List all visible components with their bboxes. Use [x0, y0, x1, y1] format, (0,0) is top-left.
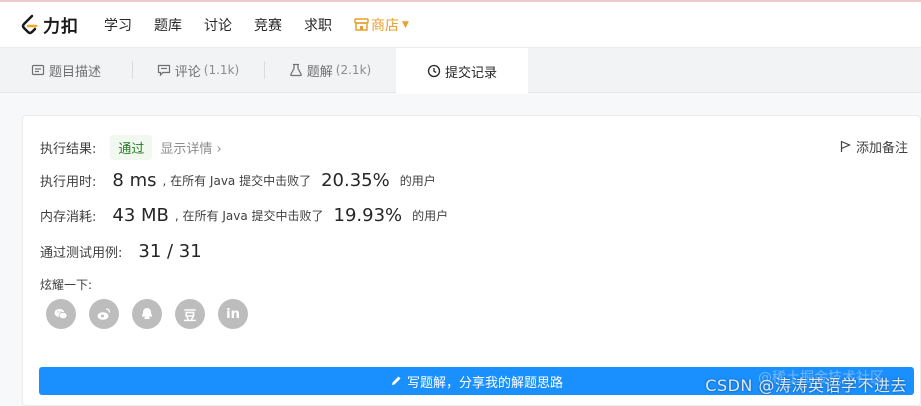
pencil-icon — [391, 376, 401, 385]
memory-label: 内存消耗: — [40, 210, 97, 225]
qq-icon — [142, 308, 152, 319]
show-details-link[interactable]: 显示详情 › — [160, 138, 221, 157]
tab-bar: 题目描述 评论 (1.1k) 题解 (2.1k) 提交记录 — [0, 48, 921, 94]
tab-count: (1.1k) — [203, 63, 240, 77]
watermark-csdn: CSDN @涛涛英语学不进去 — [705, 376, 907, 395]
document-icon — [31, 63, 45, 77]
tab-solutions[interactable]: 题解 (2.1k) — [264, 48, 396, 92]
nav-item-contest[interactable]: 竞赛 — [254, 15, 282, 35]
runtime-value: 8 ms — [112, 170, 157, 191]
tab-submissions[interactable]: 提交记录 — [396, 48, 528, 94]
nav-item-discuss[interactable]: 讨论 — [204, 15, 232, 35]
share-wechat-button[interactable] — [46, 299, 76, 329]
share-douban-button[interactable]: 豆 — [175, 299, 205, 329]
weibo-icon — [97, 308, 111, 320]
nav-item-learn[interactable]: 学习 — [104, 15, 132, 35]
linkedin-icon: in — [226, 306, 240, 322]
share-weibo-button[interactable] — [89, 299, 119, 329]
tests-row: 通过测试用例: 31 / 31 — [40, 241, 202, 262]
tab-label: 题解 — [306, 64, 333, 80]
runtime-text: , 在所有 Java 提交中击败了 — [162, 174, 312, 188]
flask-icon — [289, 63, 303, 77]
status-badge: 通过 — [110, 135, 153, 160]
result-label: 执行结果: — [40, 142, 97, 157]
top-nav: 力扣 学习 题库 讨论 竞赛 求职 商店 ▼ — [0, 0, 921, 48]
share-qq-button[interactable] — [132, 299, 162, 329]
store-icon — [354, 18, 369, 31]
brand-name: 力扣 — [43, 17, 79, 37]
memory-row: 内存消耗: 43 MB , 在所有 Java 提交中击败了 19.93% 的用户 — [40, 205, 448, 226]
tab-count: (2.1k) — [335, 63, 372, 77]
add-note-label: 添加备注 — [855, 141, 908, 156]
flag-icon — [840, 140, 851, 152]
share-linkedin-button[interactable]: in — [218, 299, 248, 329]
logo[interactable]: 力扣 — [20, 12, 79, 37]
wechat-icon — [54, 309, 68, 320]
store-label: 商店 — [371, 17, 399, 34]
chevron-down-icon: ▼ — [402, 19, 409, 30]
tab-description[interactable]: 题目描述 — [0, 48, 132, 92]
share-label: 炫耀一下: — [40, 278, 93, 292]
leetcode-logo-icon — [21, 14, 38, 34]
douban-icon: 豆 — [183, 308, 197, 324]
add-note-button[interactable]: 添加备注 — [840, 137, 908, 156]
runtime-label: 执行用时: — [40, 175, 97, 190]
tab-label: 评论 — [174, 64, 201, 80]
nav-item-jobs[interactable]: 求职 — [304, 15, 332, 35]
memory-text: , 在所有 Java 提交中击败了 — [174, 209, 324, 223]
memory-value: 43 MB — [112, 205, 169, 226]
tests-value: 31 / 31 — [138, 241, 202, 262]
write-solution-label: 写题解，分享我的解题思路 — [406, 375, 563, 391]
share-buttons: 豆 in — [46, 299, 261, 329]
share-label-row: 炫耀一下: — [40, 276, 92, 293]
tab-label: 提交记录 — [444, 65, 497, 81]
submission-result-card: 执行结果: 通过 显示详情 › 添加备注 执行用时: 8 ms , 在所有 Ja… — [22, 115, 921, 406]
nav-item-store[interactable]: 商店 ▼ — [354, 15, 409, 35]
nav-item-problems[interactable]: 题库 — [154, 15, 182, 35]
memory-suffix: 的用户 — [412, 209, 449, 223]
runtime-suffix: 的用户 — [399, 174, 436, 188]
runtime-percent: 20.35% — [321, 170, 390, 191]
runtime-row: 执行用时: 8 ms , 在所有 Java 提交中击败了 20.35% 的用户 — [40, 170, 436, 191]
tests-label: 通过测试用例: — [40, 246, 123, 261]
clock-icon — [427, 64, 441, 78]
memory-percent: 19.93% — [333, 205, 403, 226]
comment-icon — [157, 63, 171, 77]
tab-comments[interactable]: 评论 (1.1k) — [132, 48, 264, 92]
tab-label: 题目描述 — [48, 64, 101, 80]
result-row: 执行结果: 通过 显示详情 › — [40, 135, 222, 160]
